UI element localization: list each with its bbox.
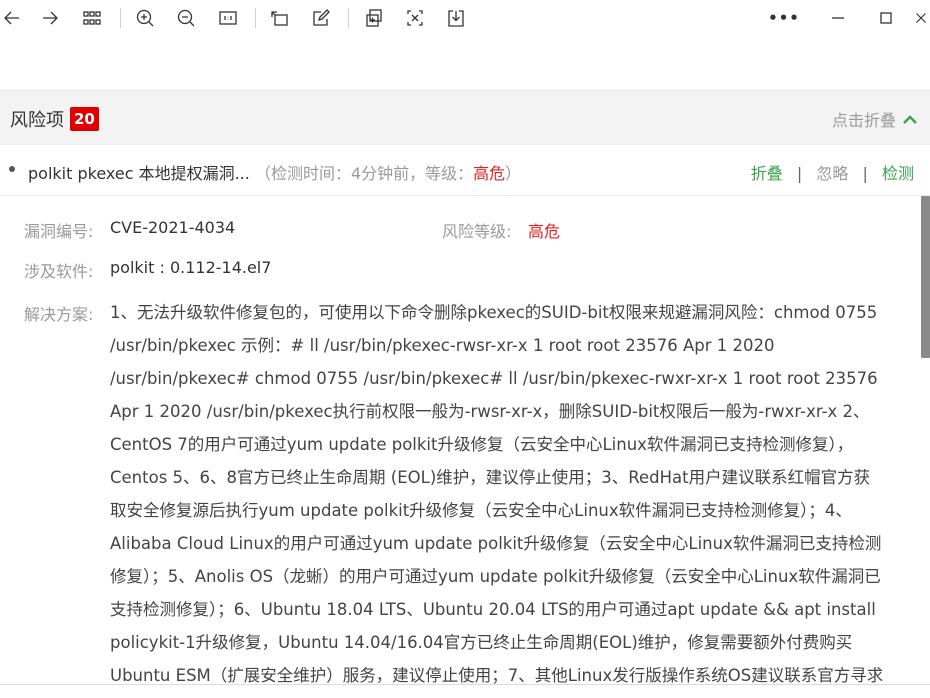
edit-icon[interactable]: [309, 6, 333, 30]
risk-item-name: polkit pkexec 本地提权漏洞...: [28, 164, 250, 183]
close-icon[interactable]: [912, 6, 930, 30]
minimize-icon[interactable]: [826, 6, 850, 30]
rotate-icon[interactable]: [267, 6, 291, 30]
action-separator: |: [862, 164, 868, 183]
risk-item-level: 高危: [473, 164, 506, 183]
risk-level-value: 高危: [528, 222, 561, 241]
vuln-id-value: CVE-2021-4034: [110, 218, 236, 237]
risk-level-label: 风险等级:: [442, 222, 512, 241]
chevron-up-icon: [903, 115, 917, 124]
collapse-all-label: 点击折叠: [831, 111, 896, 130]
detect-button[interactable]: 检测: [882, 164, 914, 183]
actual-size-icon[interactable]: [216, 6, 240, 30]
risk-item-detail: 漏洞编号: CVE-2021-4034 风险等级: 高危 涉及软件: polki…: [0, 196, 922, 684]
risk-item-row[interactable]: polkit pkexec 本地提权漏洞... （检测时间：4分钟前，等级：高危…: [0, 145, 930, 196]
bullet-icon: [9, 166, 15, 172]
risk-title-label: 风险项: [10, 110, 64, 131]
solution-text: 1、无法升级软件修复包的，可使用以下命令删除pkexec的SUID-bit权限来…: [110, 303, 884, 684]
forward-icon[interactable]: [38, 6, 62, 30]
collapse-item-button[interactable]: 折叠: [751, 164, 783, 183]
software-value: polkit : 0.112-14.el7: [110, 258, 272, 277]
back-icon[interactable]: [0, 6, 24, 30]
download-icon[interactable]: [444, 6, 468, 30]
copy-icon[interactable]: [362, 6, 386, 30]
crop-icon[interactable]: [403, 6, 427, 30]
risk-title: 风险项 20: [10, 106, 99, 132]
risk-item-meta-prefix: （检测时间：4分钟前，等级：: [254, 164, 474, 183]
risk-panel-header: 风险项 20 点击折叠: [0, 90, 930, 145]
zoom-in-icon[interactable]: [133, 6, 157, 30]
maximize-icon[interactable]: [874, 6, 898, 30]
software-label: 涉及软件:: [24, 262, 94, 281]
risk-count-badge: 20: [70, 107, 99, 131]
risk-item-actions: 折叠 | 忽略 | 检测: [751, 160, 914, 184]
risk-item-title: polkit pkexec 本地提权漏洞... （检测时间：4分钟前，等级：高危…: [28, 160, 521, 184]
collapse-all-button[interactable]: 点击折叠: [832, 107, 918, 131]
solution-label: 解决方案:: [24, 305, 94, 324]
image-viewer-toolbar: •••: [0, 0, 930, 36]
grid-icon[interactable]: [80, 6, 104, 30]
bottom-divider: [0, 684, 930, 698]
action-separator: |: [796, 164, 803, 183]
risk-item-meta-suffix: ）: [505, 164, 522, 183]
vertical-scrollbar[interactable]: [921, 196, 930, 358]
more-icon[interactable]: •••: [768, 6, 799, 30]
ignore-button[interactable]: 忽略: [816, 164, 848, 183]
zoom-out-icon[interactable]: [174, 6, 198, 30]
vuln-id-label: 漏洞编号:: [24, 222, 94, 241]
